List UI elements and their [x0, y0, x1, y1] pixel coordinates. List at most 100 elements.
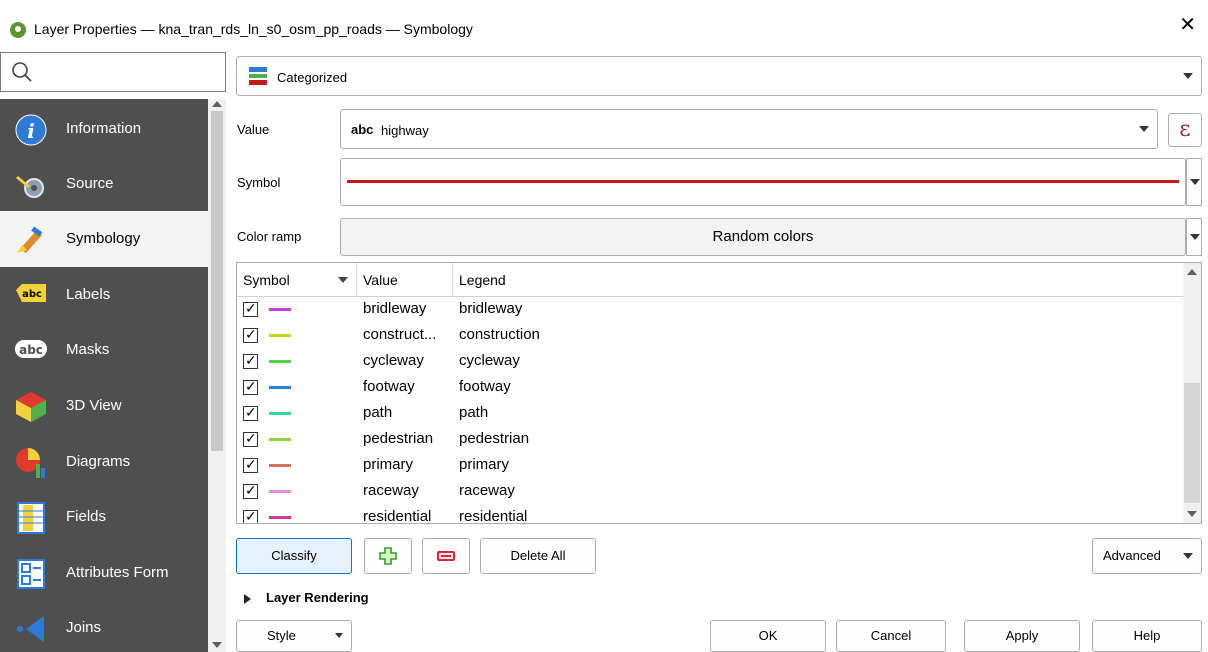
- category-value[interactable]: pedestrian: [363, 430, 433, 447]
- sidebar-item-information[interactable]: i Information: [0, 101, 208, 157]
- categories-table[interactable]: Symbol Value Legend bridleway bridleway co…: [236, 262, 1202, 524]
- scroll-up-icon[interactable]: [1187, 269, 1197, 275]
- category-value[interactable]: raceway: [363, 482, 419, 499]
- sidebar-item-attributes-form[interactable]: Attributes Form: [0, 545, 208, 601]
- expression-button[interactable]: ε: [1168, 113, 1202, 147]
- close-icon[interactable]: ✕: [1179, 15, 1196, 35]
- sidebar-item-joins[interactable]: Joins: [0, 600, 208, 652]
- sidebar-search-input[interactable]: [0, 52, 226, 92]
- category-value[interactable]: cycleway: [363, 352, 424, 369]
- scroll-thumb[interactable]: [1184, 383, 1200, 503]
- category-value[interactable]: residential: [363, 508, 431, 523]
- symbol-swatch[interactable]: [269, 386, 291, 389]
- category-checkbox[interactable]: [243, 456, 258, 473]
- scroll-thumb[interactable]: [211, 111, 223, 451]
- category-checkbox[interactable]: [243, 482, 258, 499]
- layer-rendering-section[interactable]: Layer Rendering: [266, 590, 369, 605]
- scroll-up-icon[interactable]: [212, 101, 222, 107]
- add-category-button[interactable]: [364, 538, 412, 574]
- symbol-swatch[interactable]: [269, 516, 291, 519]
- sort-down-icon: [338, 277, 348, 283]
- table-row[interactable]: footway footway: [237, 375, 1183, 401]
- category-legend[interactable]: bridleway: [459, 300, 522, 317]
- sidebar-item-labels[interactable]: abc Labels: [0, 267, 208, 323]
- renderer-type-dropdown[interactable]: Categorized: [236, 56, 1202, 96]
- sidebar-item-symbology[interactable]: Symbology: [0, 211, 208, 267]
- symbol-label: Symbol: [237, 175, 281, 190]
- apply-button[interactable]: Apply: [964, 620, 1080, 652]
- category-legend[interactable]: cycleway: [459, 352, 520, 369]
- table-row[interactable]: bridleway bridleway: [237, 297, 1183, 323]
- symbol-menu-button[interactable]: [1186, 158, 1202, 206]
- symbol-swatch[interactable]: [269, 360, 291, 363]
- category-legend[interactable]: residential: [459, 508, 527, 523]
- delete-all-button[interactable]: Delete All: [480, 538, 596, 574]
- category-value[interactable]: construct...: [363, 326, 436, 343]
- sidebar-item-masks[interactable]: abc Masks: [0, 322, 208, 378]
- ok-button[interactable]: OK: [710, 620, 826, 652]
- category-checkbox[interactable]: [243, 404, 258, 421]
- column-header-value[interactable]: Value: [357, 263, 453, 297]
- sidebar-item-3d-view[interactable]: 3D View: [0, 378, 208, 434]
- table-row[interactable]: residential residential: [237, 505, 1183, 523]
- sidebar-item-label: 3D View: [66, 397, 122, 414]
- style-button[interactable]: Style: [236, 620, 352, 652]
- category-value[interactable]: bridleway: [363, 300, 426, 317]
- sidebar-item-label: Joins: [66, 619, 102, 636]
- symbol-swatch[interactable]: [269, 334, 291, 337]
- sidebar-item-fields[interactable]: Fields: [0, 489, 208, 545]
- cancel-button[interactable]: Cancel: [836, 620, 946, 652]
- category-legend[interactable]: construction: [459, 326, 540, 343]
- value-field-dropdown[interactable]: abc highway: [340, 109, 1158, 149]
- column-header-legend[interactable]: Legend: [453, 263, 1183, 297]
- column-header-symbol[interactable]: Symbol: [237, 263, 357, 297]
- table-row[interactable]: construct... construction: [237, 323, 1183, 349]
- category-checkbox[interactable]: [243, 352, 258, 369]
- masks-icon: abc: [15, 340, 47, 358]
- category-checkbox[interactable]: [243, 326, 258, 343]
- category-checkbox[interactable]: [243, 300, 258, 317]
- category-checkbox[interactable]: [243, 378, 258, 395]
- table-row[interactable]: primary primary: [237, 453, 1183, 479]
- category-checkbox[interactable]: [243, 430, 258, 447]
- table-row[interactable]: path path: [237, 401, 1183, 427]
- color-ramp-menu-button[interactable]: [1186, 218, 1202, 256]
- symbol-swatch[interactable]: [269, 308, 291, 311]
- sidebar-item-source[interactable]: Source: [0, 156, 208, 212]
- classify-button[interactable]: Classify: [236, 538, 352, 574]
- sidebar-scrollbar[interactable]: [208, 99, 226, 652]
- advanced-button[interactable]: Advanced: [1092, 538, 1202, 574]
- help-button[interactable]: Help: [1092, 620, 1202, 652]
- category-value[interactable]: footway: [363, 378, 415, 395]
- category-legend[interactable]: path: [459, 404, 488, 421]
- symbol-swatch[interactable]: [269, 490, 291, 493]
- category-legend[interactable]: primary: [459, 456, 509, 473]
- category-checkbox[interactable]: [243, 508, 258, 523]
- category-legend[interactable]: footway: [459, 378, 511, 395]
- category-legend[interactable]: raceway: [459, 482, 515, 499]
- symbol-swatch[interactable]: [269, 438, 291, 441]
- symbol-button[interactable]: [340, 158, 1186, 206]
- symbol-swatch[interactable]: [269, 412, 291, 415]
- sidebar: i Information Source Symbology abc Label…: [0, 99, 208, 652]
- ok-label: OK: [758, 628, 778, 643]
- table-row[interactable]: pedestrian pedestrian: [237, 427, 1183, 453]
- categorized-icon: [249, 67, 267, 85]
- sidebar-item-label: Labels: [66, 286, 111, 303]
- scroll-down-icon[interactable]: [212, 642, 222, 648]
- scroll-down-icon[interactable]: [1187, 511, 1197, 517]
- table-row[interactable]: cycleway cycleway: [237, 349, 1183, 375]
- category-value[interactable]: primary: [363, 456, 413, 473]
- table-row[interactable]: raceway raceway: [237, 479, 1183, 505]
- category-value[interactable]: path: [363, 404, 392, 421]
- apply-label: Apply: [1005, 628, 1039, 643]
- category-legend[interactable]: pedestrian: [459, 430, 529, 447]
- symbol-swatch[interactable]: [269, 464, 291, 467]
- sidebar-item-label: Symbology: [66, 230, 141, 247]
- sidebar-item-diagrams[interactable]: Diagrams: [0, 434, 208, 490]
- help-label: Help: [1133, 628, 1161, 643]
- expand-arrow-icon[interactable]: [244, 594, 251, 604]
- table-scrollbar[interactable]: [1183, 263, 1201, 523]
- delete-category-button[interactable]: [422, 538, 470, 574]
- color-ramp-button[interactable]: Random colors: [340, 218, 1186, 256]
